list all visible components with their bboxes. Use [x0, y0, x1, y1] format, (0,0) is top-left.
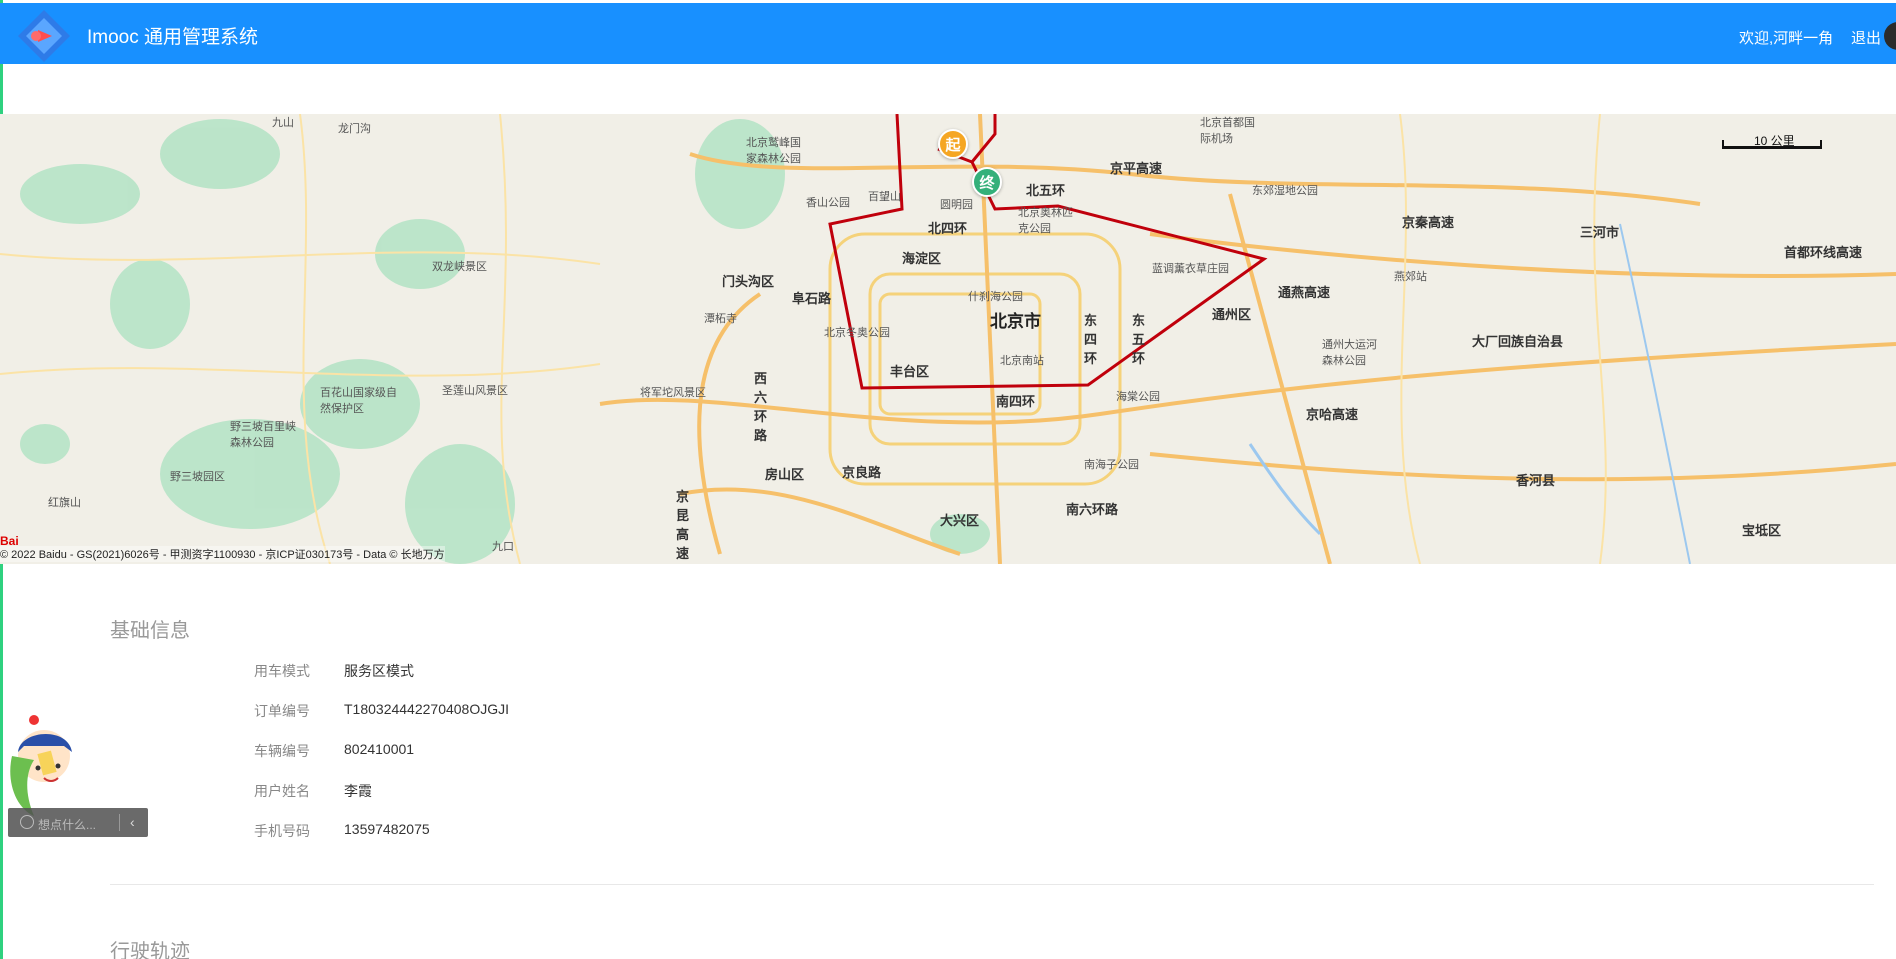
track-title: 行驶轨迹 [110, 941, 190, 959]
map-label-jiangjun: 将军坨风景区 [640, 387, 706, 399]
avatar[interactable] [1884, 22, 1896, 50]
map-label-shuanglong: 双龙峡景区 [432, 261, 487, 273]
chat-icon [20, 815, 34, 829]
map-label-jiulongfeng: 北京鹫峰国家森林公园 [746, 137, 801, 165]
map-scale: 10 公里 [1722, 132, 1826, 149]
map-label-baihua: 百花山国家级自然保护区 [320, 387, 397, 415]
map-label-jiushan: 九山 [272, 117, 294, 129]
map-label-xianghe: 香河县 [1516, 473, 1556, 488]
map-label-beijing-south: 北京南站 [1000, 355, 1044, 367]
info-label: 手机号码 [254, 823, 310, 839]
app-title: Imooc 通用管理系统 [87, 27, 259, 48]
map-label-yuanmingyuan: 圆明园 [940, 199, 973, 211]
map-label-tongzhou-canal: 通州大运河森林公园 [1322, 339, 1377, 367]
map-label-dongjiao: 东郊湿地公园 [1252, 185, 1318, 197]
map-label-winter-olympic: 北京冬奥公园 [824, 327, 890, 339]
map-label-nanhaizi: 南海子公园 [1084, 459, 1139, 471]
info-label: 用户姓名 [254, 783, 310, 799]
chevron-left-icon[interactable]: ‹ [130, 814, 135, 830]
basic-info-title: 基础信息 [110, 620, 190, 642]
info-value: 李霞 [344, 783, 372, 799]
map-label-mentougou: 门头沟区 [722, 274, 775, 289]
map-label-dachang: 大厂回族自治县 [1472, 334, 1564, 349]
map-label-fangshan: 房山区 [765, 467, 805, 482]
map-label-south4: 南四环 [996, 394, 1036, 409]
map-label-west6: 西六环路 [754, 371, 768, 443]
map-label-baodi: 宝坻区 [1742, 523, 1782, 538]
map-label-yesanpo: 野三坡百里峡森林公园 [230, 421, 296, 449]
map-label-olympic: 北京奥林匹克公园 [1018, 207, 1073, 235]
map-label-lanyi: 蓝调薰衣草庄园 [1152, 263, 1229, 275]
map-label-fushi: 阜石路 [792, 291, 832, 306]
info-label: 车辆编号 [254, 743, 310, 759]
chat-separator [119, 814, 120, 831]
map-label-yanjiao: 燕郊站 [1394, 271, 1427, 283]
map-label-east4: 东四环 [1084, 313, 1098, 366]
info-value: 13597482075 [344, 821, 430, 837]
map-label-fengtai: 丰台区 [890, 364, 930, 379]
map-label-tongyan: 通燕高速 [1278, 285, 1331, 300]
map-label-jingha: 京哈高速 [1306, 407, 1359, 422]
route-map[interactable]: 10 公里 起 终 北京市 海淀区 门头沟区 丰台区 房山区 通州区 大兴区 大… [0, 114, 1896, 564]
info-value: T180324442270408OJGJI [344, 701, 510, 717]
map-label-shichahai: 什刹海公园 [968, 291, 1023, 303]
welcome-text: 欢迎,河畔一角 [1739, 30, 1834, 47]
map-label-east5: 东五环 [1132, 313, 1146, 366]
map-label-tongzhou: 通州区 [1212, 307, 1252, 322]
map-label-shenglian: 圣莲山风景区 [442, 385, 508, 397]
chat-widget[interactable]: 想点什么... ‹ [8, 808, 148, 837]
map-label-jingping: 京平高速 [1110, 161, 1163, 176]
map-label-shoudu: 首都环线高速 [1784, 245, 1863, 260]
map-label-haitang: 海棠公园 [1116, 391, 1160, 403]
map-label-city: 北京市 [990, 312, 1041, 331]
map-label-tanzhe: 潭柘寺 [704, 313, 737, 325]
map-label-jiukou: 九口 [492, 541, 514, 553]
top-header: Imooc 通用管理系统 欢迎,河畔一角 退出 [0, 3, 1896, 64]
map-label-north4: 北四环 [928, 221, 968, 236]
logout-link[interactable]: 退出 [1851, 27, 1881, 48]
map-label-sanhe: 三河市 [1580, 225, 1620, 240]
map-label-honghu: 红旗山 [48, 497, 81, 509]
info-label: 用车模式 [254, 663, 310, 679]
map-label-baiwang: 百望山 [868, 191, 901, 203]
map-label-daxing: 大兴区 [940, 513, 980, 528]
info-value: 服务区模式 [344, 663, 414, 679]
map-label-capital-airport: 北京首都国际机场 [1200, 117, 1255, 145]
map-copyright: © 2022 Baidu - GS(2021)6026号 - 甲测资字11009… [0, 546, 445, 562]
map-label-south6: 南六环路 [1066, 502, 1119, 517]
map-label-xiangshan: 香山公园 [806, 197, 850, 209]
map-label-longmen: 龙门沟 [338, 123, 371, 135]
scale-bar-line [1722, 140, 1822, 149]
mascot-icon[interactable] [4, 712, 78, 820]
map-label-jingliang: 京良路 [842, 465, 882, 480]
app-logo-icon [18, 10, 70, 62]
map-label-north5: 北五环 [1026, 183, 1066, 198]
section-divider [110, 884, 1874, 885]
info-label: 订单编号 [254, 703, 310, 719]
route-start-marker[interactable]: 起 [938, 129, 968, 159]
map-label-jingkun: 京昆高速 [676, 489, 690, 561]
chat-placeholder: 想点什么... [38, 818, 97, 832]
info-value: 802410001 [344, 741, 415, 757]
map-canvas [0, 114, 1896, 564]
map-label-yesanpo2: 野三坡园区 [170, 471, 225, 483]
route-line [828, 114, 1268, 390]
map-label-haidian: 海淀区 [902, 251, 942, 266]
route-end-marker[interactable]: 终 [972, 167, 1002, 197]
map-label-jingqin: 京秦高速 [1402, 215, 1455, 230]
